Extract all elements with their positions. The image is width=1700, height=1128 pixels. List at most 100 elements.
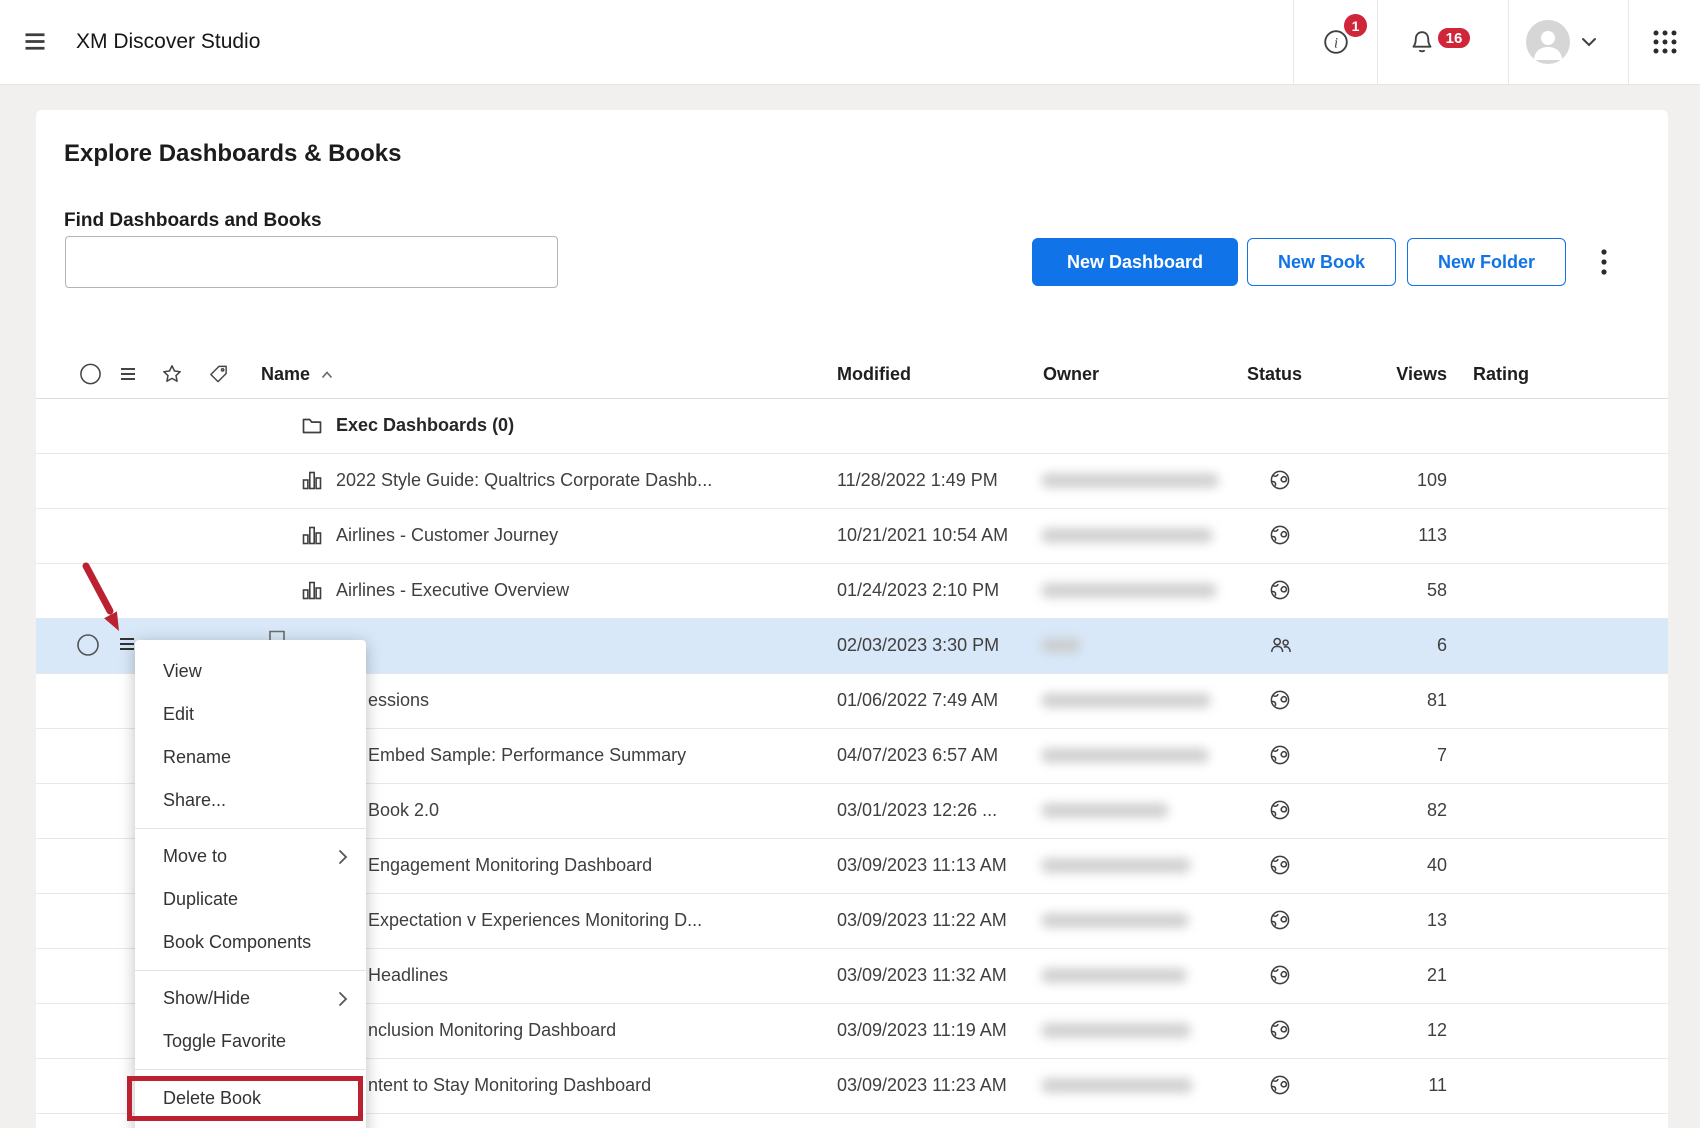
row-name[interactable]: 2022 Style Guide: Qualtrics Corporate Da… xyxy=(336,453,712,508)
column-header-name[interactable]: Name xyxy=(261,350,310,398)
sort-ascending-icon xyxy=(321,371,333,379)
row-views: 113 xyxy=(1347,508,1447,563)
notifications-section[interactable]: 16 xyxy=(1377,0,1509,84)
row-modified: 10/21/2021 10:54 AM xyxy=(837,508,1008,563)
menu-item-delete-book[interactable]: Delete Book xyxy=(135,1076,366,1121)
menu-item-edit[interactable]: Edit xyxy=(135,693,366,736)
globe-icon xyxy=(1269,524,1291,546)
column-header-status[interactable]: Status xyxy=(1247,350,1302,398)
row-views: 11 xyxy=(1347,1058,1447,1113)
label-tag-icon[interactable] xyxy=(208,364,229,385)
more-options-button[interactable] xyxy=(1590,248,1618,276)
account-section[interactable] xyxy=(1508,0,1629,84)
row-name[interactable]: ntent to Stay Monitoring Dashboard xyxy=(368,1058,651,1113)
menu-item-move-to[interactable]: Move to xyxy=(135,835,366,878)
new-folder-button[interactable]: New Folder xyxy=(1407,238,1566,286)
menu-item-toggle-favorite[interactable]: Toggle Favorite xyxy=(135,1020,366,1063)
dashboard-chart-icon xyxy=(301,579,323,601)
table-row-folder[interactable]: Exec Dashboards (0) xyxy=(36,398,1668,454)
row-name[interactable]: essions xyxy=(368,673,429,728)
select-all-circle-icon[interactable] xyxy=(79,363,102,386)
menu-separator xyxy=(135,970,366,971)
row-name[interactable]: Airlines - Customer Journey xyxy=(336,508,558,563)
menu-item-show-hide[interactable]: Show/Hide xyxy=(135,977,366,1020)
row-name[interactable]: Embed Sample: Performance Summary xyxy=(368,728,686,783)
row-views: 40 xyxy=(1347,838,1447,893)
row-name[interactable]: Expectation v Experiences Monitoring D..… xyxy=(368,893,702,948)
avatar[interactable] xyxy=(1526,20,1570,64)
row-name[interactable]: Exec Dashboards (0) xyxy=(336,398,514,453)
people-icon xyxy=(1269,634,1293,656)
row-modified: 03/01/2023 12:26 ... xyxy=(837,783,997,838)
folder-icon xyxy=(301,414,323,436)
row-views: 12 xyxy=(1347,1003,1447,1058)
owner-redacted xyxy=(1041,638,1081,653)
row-modified: 02/03/2023 3:30 PM xyxy=(837,618,999,673)
owner-redacted xyxy=(1041,583,1217,598)
search-input[interactable] xyxy=(65,236,558,288)
row-modified: 03/09/2023 11:19 AM xyxy=(837,1003,1007,1058)
owner-redacted xyxy=(1041,913,1189,928)
row-views: 13 xyxy=(1347,893,1447,948)
globe-icon xyxy=(1269,799,1291,821)
row-name[interactable]: Headlines xyxy=(368,948,448,1003)
app-title: XM Discover Studio xyxy=(76,0,260,84)
row-modified: 03/09/2023 11:32 AM xyxy=(837,948,1007,1003)
row-views: 81 xyxy=(1347,673,1447,728)
row-views: 21 xyxy=(1347,948,1447,1003)
bell-icon[interactable] xyxy=(1408,29,1435,56)
table-row[interactable]: 2022 Style Guide: Qualtrics Corporate Da… xyxy=(36,453,1668,509)
menu-item-duplicate[interactable]: Duplicate xyxy=(135,878,366,921)
global-menu-icon[interactable] xyxy=(24,32,46,51)
row-views: 109 xyxy=(1347,453,1447,508)
menu-item-share[interactable]: Share... xyxy=(135,779,366,822)
row-modified: 03/09/2023 11:22 AM xyxy=(837,893,1007,948)
new-dashboard-button[interactable]: New Dashboard xyxy=(1032,238,1238,286)
globe-icon xyxy=(1269,469,1291,491)
row-menu-trigger-icon[interactable] xyxy=(119,637,135,651)
favorite-star-icon[interactable] xyxy=(161,363,183,385)
info-badge: 1 xyxy=(1342,12,1369,39)
globe-icon xyxy=(1269,689,1291,711)
owner-redacted xyxy=(1041,528,1213,543)
menu-item-view[interactable]: View xyxy=(135,650,366,693)
globe-icon xyxy=(1269,909,1291,931)
app-switcher-section[interactable] xyxy=(1628,0,1700,84)
column-header-modified[interactable]: Modified xyxy=(837,350,911,398)
owner-redacted xyxy=(1041,693,1211,708)
menu-separator xyxy=(135,1069,366,1070)
owner-redacted xyxy=(1041,473,1219,488)
table-row[interactable]: Airlines - Executive Overview 01/24/2023… xyxy=(36,563,1668,619)
row-menu-column-icon xyxy=(120,367,136,381)
column-header-owner[interactable]: Owner xyxy=(1043,350,1099,398)
globe-icon xyxy=(1269,744,1291,766)
notifications-badge: 16 xyxy=(1436,26,1472,50)
waffle-grid-icon[interactable] xyxy=(1652,29,1678,55)
owner-redacted xyxy=(1041,748,1209,763)
row-name[interactable]: Engagement Monitoring Dashboard xyxy=(368,838,652,893)
app-window: XM Discover Studio 1 16 Explore Dashboar… xyxy=(0,0,1700,1128)
menu-item-book-components[interactable]: Book Components xyxy=(135,921,366,964)
row-modified: 11/28/2022 1:49 PM xyxy=(837,453,998,508)
row-name[interactable]: nclusion Monitoring Dashboard xyxy=(368,1003,616,1058)
owner-redacted xyxy=(1041,1023,1191,1038)
row-modified: 03/09/2023 11:23 AM xyxy=(837,1058,1007,1113)
chevron-down-icon[interactable] xyxy=(1581,37,1597,47)
new-book-button[interactable]: New Book xyxy=(1247,238,1396,286)
chevron-right-icon xyxy=(338,849,348,865)
help-section[interactable]: 1 xyxy=(1293,0,1378,84)
menu-item-rename[interactable]: Rename xyxy=(135,736,366,779)
row-modified: 01/24/2023 2:10 PM xyxy=(837,563,999,618)
table-row[interactable]: Airlines - Customer Journey 10/21/2021 1… xyxy=(36,508,1668,564)
row-name[interactable]: Airlines - Executive Overview xyxy=(336,563,569,618)
row-views: 6 xyxy=(1347,618,1447,673)
owner-redacted xyxy=(1041,968,1187,983)
row-views: 7 xyxy=(1347,728,1447,783)
globe-icon xyxy=(1269,1019,1291,1041)
row-select-circle-icon[interactable] xyxy=(76,633,100,657)
row-views: 82 xyxy=(1347,783,1447,838)
row-name[interactable]: Book 2.0 xyxy=(368,783,439,838)
column-header-views[interactable]: Views xyxy=(1347,350,1447,398)
column-header-rating[interactable]: Rating xyxy=(1473,350,1529,398)
owner-redacted xyxy=(1041,1078,1193,1093)
